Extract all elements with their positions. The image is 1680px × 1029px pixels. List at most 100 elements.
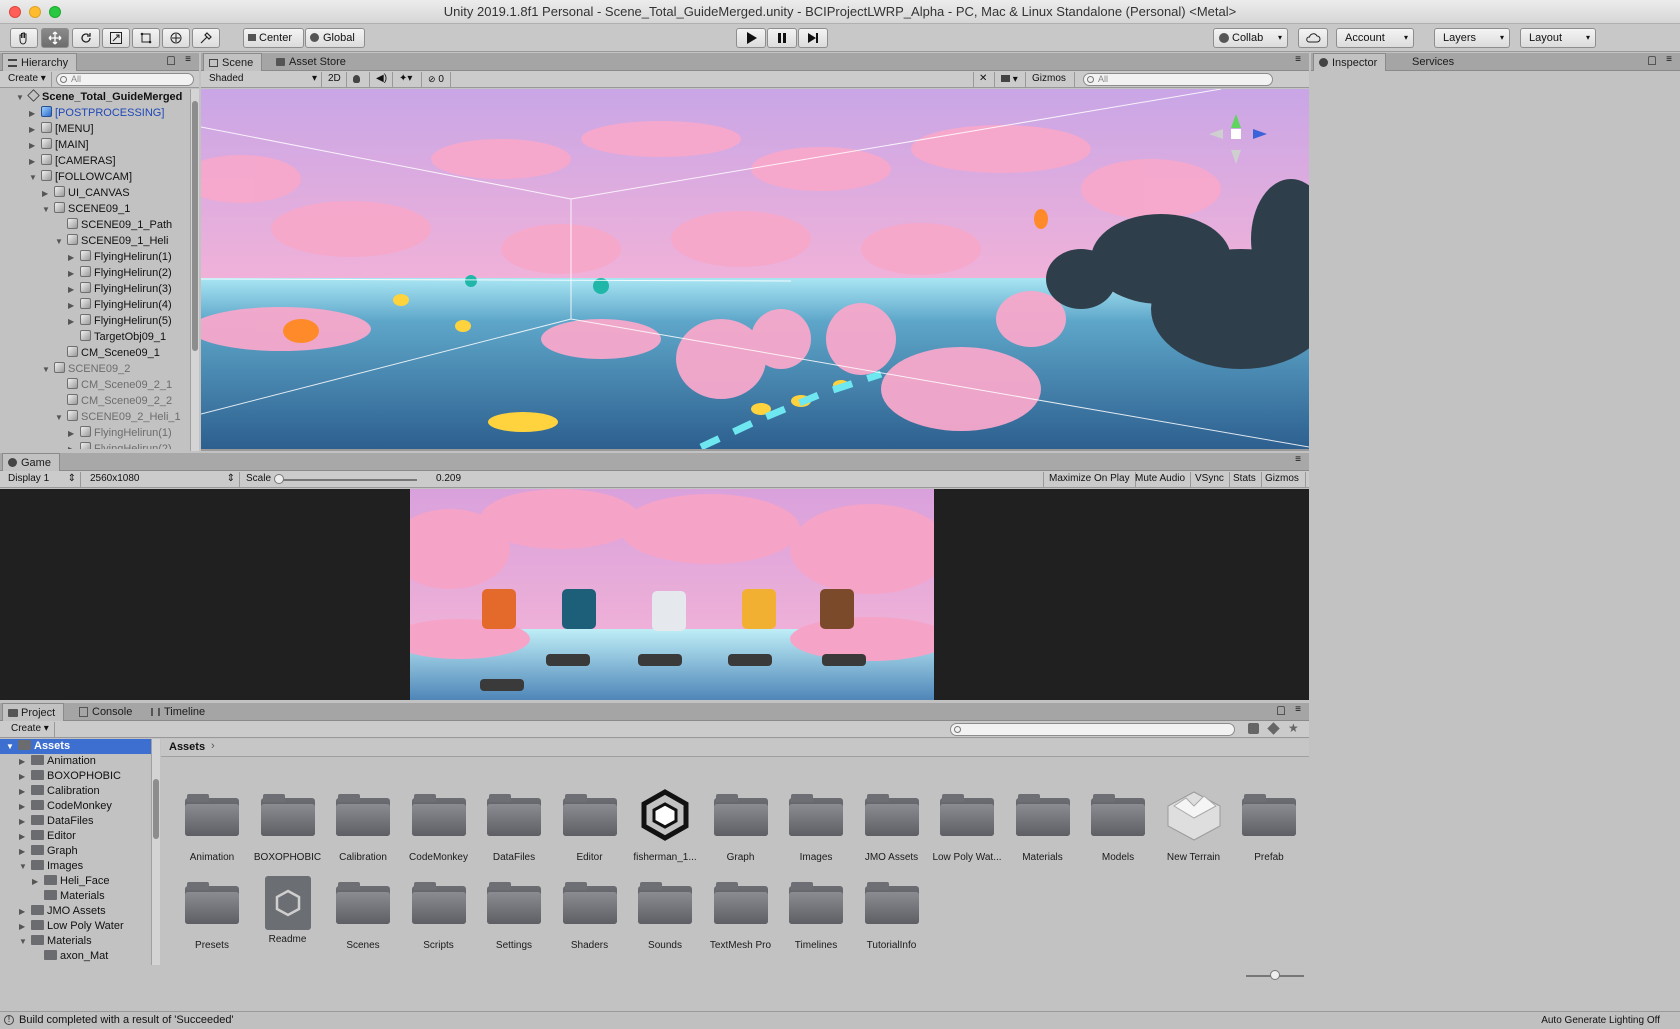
expand-arrow-icon[interactable]: ▶ [29,106,41,122]
hierarchy-item[interactable]: ▶ FlyingHelirun(2) [68,265,172,281]
expand-arrow-icon[interactable]: ▶ [19,919,31,934]
pivot-toggle-button[interactable]: Center [243,28,304,48]
expand-arrow-icon[interactable]: ▶ [68,314,80,330]
hierarchy-item[interactable]: ▶ UI_CANVAS [42,185,130,201]
expand-arrow-icon[interactable]: ▶ [19,844,31,859]
asset-item[interactable]: Graph [705,794,777,863]
asset-item[interactable]: Editor [554,794,626,863]
filter-by-label-icon[interactable] [1267,722,1280,735]
asset-item[interactable]: Settings [478,882,550,951]
asset-item[interactable]: Animation [176,794,248,863]
asset-item[interactable]: JMO Assets [856,794,928,863]
step-button[interactable] [798,28,828,48]
expand-arrow-icon[interactable]: ▼ [19,859,31,874]
asset-item[interactable]: TutorialInfo [856,882,928,951]
expand-arrow-icon[interactable]: ▼ [55,234,67,250]
hierarchy-item[interactable]: ▼ SCENE09_2 [42,361,130,377]
expand-arrow-icon[interactable]: ▼ [42,362,54,378]
expand-arrow-icon[interactable]: ▼ [6,739,18,754]
hierarchy-item[interactable]: ▼ SCENE09_1_Heli [55,233,168,249]
project-tree-item[interactable]: ▶ Calibration [0,784,151,799]
rotate-tool-button[interactable] [72,28,100,48]
scale-tool-button[interactable] [102,28,130,48]
project-tree-item[interactable]: ▼ Assets [0,739,151,754]
lighting-status[interactable]: Auto Generate Lighting Off [1541,1015,1660,1026]
expand-arrow-icon[interactable]: ▶ [29,122,41,138]
project-create-dropdown[interactable]: Create ▾ [6,722,55,737]
asset-item[interactable]: Models [1082,794,1154,863]
tab-hierarchy[interactable]: Hierarchy [2,53,78,71]
hierarchy-item[interactable]: ▶ [POSTPROCESSING] [29,105,164,121]
panel-menu-icon[interactable]: ≡ [1295,704,1301,715]
project-tree-item[interactable]: axon_Mat [0,949,151,964]
asset-item[interactable]: TextMesh Pro [705,882,777,951]
asset-item[interactable]: Scripts [403,882,475,951]
expand-arrow-icon[interactable]: ▶ [19,814,31,829]
zoom-window-button[interactable] [49,6,61,18]
project-tree-item[interactable]: ▶ Editor [0,829,151,844]
expand-arrow-icon[interactable]: ▶ [29,138,41,154]
panel-menu-icon[interactable]: ≡ [1295,454,1301,465]
game-gizmos-dropdown[interactable]: Gizmos ▾ [1260,472,1306,498]
hierarchy-item[interactable]: ▶ [CAMERAS] [29,153,116,169]
expand-arrow-icon[interactable]: ▶ [68,282,80,298]
custom-tool-button[interactable] [192,28,220,48]
pause-button[interactable] [767,28,797,48]
tab-inspector[interactable]: Inspector [1313,53,1387,71]
expand-arrow-icon[interactable]: ▼ [55,410,67,426]
expand-arrow-icon[interactable]: ▶ [68,298,80,314]
effects-dropdown[interactable]: ✦▾ [394,72,422,87]
expand-arrow-icon[interactable]: ▼ [19,934,31,949]
display-dropdown[interactable]: Display 1 ⇕ [3,472,81,487]
project-tree-item[interactable]: ▶ Animation [0,754,151,769]
stats-toggle[interactable]: Stats [1228,472,1262,487]
expand-arrow-icon[interactable]: ▶ [68,426,80,442]
tab-scene[interactable]: Scene [203,53,263,71]
asset-item[interactable]: fisherman_1... [629,789,701,863]
asset-item[interactable]: New Terrain [1158,791,1230,863]
hierarchy-item[interactable]: ▼ SCENE09_1 [42,201,130,217]
expand-arrow-icon[interactable]: ▶ [19,799,31,814]
project-tree-item[interactable]: ▶ Graph [0,844,151,859]
filter-by-type-icon[interactable] [1248,723,1259,734]
lock-icon[interactable] [1648,56,1656,65]
transform-tool-button[interactable] [162,28,190,48]
expand-arrow-icon[interactable]: ▶ [42,186,54,202]
project-tree-item[interactable]: ▶ JMO Assets [0,904,151,919]
hierarchy-search-input[interactable]: All [56,73,194,86]
hierarchy-item[interactable]: ▶ FlyingHelirun(1) [68,249,172,265]
hierarchy-item[interactable]: ▶ [MAIN] [29,137,89,153]
tab-project[interactable]: Project [2,703,65,721]
project-tree-scroll-thumb[interactable] [153,779,159,839]
scene-root-row[interactable]: ▼ Scene_Total_GuideMerged [16,89,182,105]
lighting-toggle-button[interactable] [348,72,370,87]
hierarchy-item[interactable]: ▶ [MENU] [29,121,94,137]
expand-arrow-icon[interactable]: ▼ [29,170,41,186]
panel-menu-icon[interactable]: ≡ [1295,54,1301,65]
expand-arrow-icon[interactable]: ▶ [19,829,31,844]
space-toggle-button[interactable]: Global [305,28,365,48]
hierarchy-scrollbar[interactable] [190,89,199,451]
breadcrumb-assets[interactable]: Assets [169,741,205,753]
hierarchy-item[interactable]: ▶ FlyingHelirun(4) [68,297,172,313]
expand-arrow-icon[interactable]: ▶ [19,754,31,769]
hierarchy-item[interactable]: ▶ FlyingHelirun(3) [68,281,172,297]
hand-tool-button[interactable] [10,28,38,48]
hierarchy-create-dropdown[interactable]: Create ▾ [3,72,52,87]
asset-item[interactable]: Materials [1007,794,1079,863]
scene-gizmos-dropdown[interactable]: Gizmos ▾ [1027,72,1075,98]
asset-item[interactable]: CodeMonkey [403,794,475,863]
lock-icon[interactable] [167,56,175,65]
game-view-render[interactable] [410,489,934,700]
hierarchy-item[interactable]: ▼ [FOLLOWCAM] [29,169,132,185]
play-button[interactable] [736,28,766,48]
layout-dropdown[interactable]: Layout ▾ [1520,28,1596,48]
panel-menu-icon[interactable]: ≡ [185,54,191,65]
asset-item[interactable]: Readme [252,876,324,945]
asset-item[interactable]: Sounds [629,882,701,951]
asset-item[interactable]: Calibration [327,794,399,863]
scene-viewport[interactable] [201,89,1309,451]
panel-menu-icon[interactable]: ≡ [1666,54,1672,65]
expand-arrow-icon[interactable]: ▶ [68,250,80,266]
shading-mode-dropdown[interactable]: Shaded ▾ [204,72,322,87]
